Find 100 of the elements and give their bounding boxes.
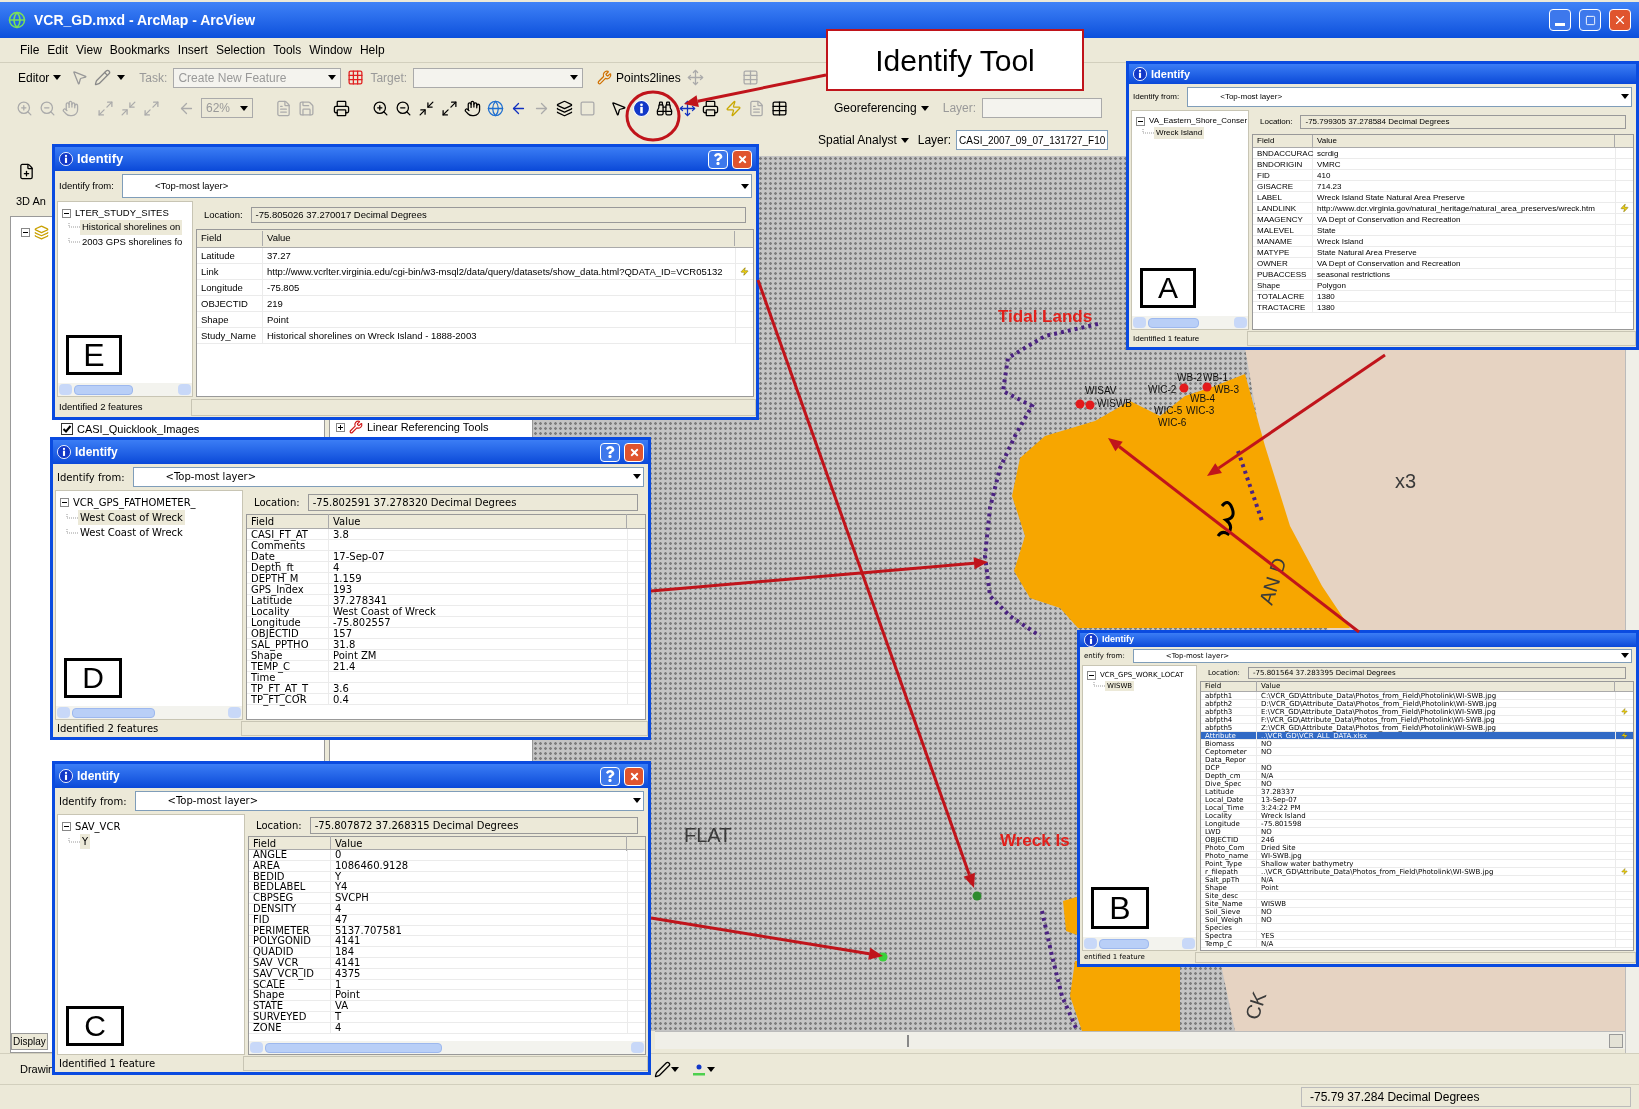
table-row[interactable]: OWNER VA Dept of Conservation and Recreation [1253,258,1633,269]
pen-icon[interactable] [654,1060,672,1078]
pencil-icon[interactable] [94,69,112,86]
table-row[interactable]: Locality West Coast of Wreck [247,606,645,617]
table-row[interactable]: OBJECTID 219 [197,296,753,312]
layer-name[interactable]: VCR_GPS_FATHOMETER_ [73,495,196,510]
table-row[interactable]: QUADID 184 [249,947,645,958]
identify-icon[interactable] [633,99,650,117]
column-header[interactable]: Value [331,835,627,851]
table-row[interactable]: Study_Name Historical shorelines on Wreck Island - 1888-2003 [197,328,753,344]
lightning-icon[interactable] [1620,203,1629,213]
collapse-icon[interactable] [62,822,71,831]
table-row[interactable]: GPS_Index 193 [247,584,645,595]
identify-from-dropdown[interactable]: <Top-most layer> [134,790,644,812]
table-row[interactable]: TRACTACRE 1380 [1253,302,1633,313]
points2lines-button[interactable]: Points2lines [597,68,681,87]
table-row[interactable]: BEDLABEL Y4 [249,882,645,894]
table-row[interactable]: ZONE 4 [249,1022,645,1034]
fixed-zoom-icon[interactable] [441,99,458,117]
table-row[interactable]: ANGLE 0 [249,850,645,861]
layer-dropdown[interactable]: CASI_2007_09_07_131727_F10 [956,130,1109,150]
table-row[interactable]: MAAGENCY VA Dept of Conservation and Recreation [1253,214,1633,225]
close-button[interactable] [732,149,752,169]
table-row[interactable]: SURVEYED T [249,1011,645,1023]
collapse-icon[interactable] [21,228,30,237]
table-row[interactable]: Date_ 17-Sep-07 [247,551,645,562]
menu-item[interactable]: View [76,41,102,59]
table-row[interactable]: Shape Polygon [1253,280,1633,291]
menu-item[interactable]: Insert [177,41,208,59]
table-row[interactable]: TEMP_C 21.4 [247,661,645,672]
feature-item[interactable]: 2003 GPS shorelines fo [80,234,185,249]
table-row[interactable]: OBJECTID 157 [247,628,645,639]
help-button[interactable] [600,766,620,786]
identify-from-dropdown[interactable]: <Top-most layer> [132,466,644,488]
table-row[interactable]: DENSITY 4 [249,904,645,915]
select-icon[interactable] [610,99,627,117]
expand-icon[interactable] [336,422,345,432]
minimize-button[interactable] [1549,9,1571,31]
close-button[interactable] [624,766,644,786]
horizontal-scrollbar[interactable] [1083,937,1196,950]
table-row[interactable]: MATYPE State Natural Area Preserve [1253,247,1633,258]
layer-name[interactable]: VA_Eastern_Shore_Conser [1149,115,1248,127]
column-header[interactable]: Field [197,231,263,246]
table-row[interactable]: GISACRE 714.23 [1253,181,1633,192]
collapse-icon[interactable] [1087,670,1096,680]
binoculars-icon[interactable] [656,99,673,117]
close-button[interactable] [1609,9,1631,31]
lightning-icon[interactable] [1620,732,1629,739]
layer-name[interactable]: LTER_STUDY_SITES [75,206,169,221]
pan-icon[interactable] [464,99,481,117]
feature-item[interactable]: Historical shorelines on [80,220,183,235]
feature-item[interactable]: Wreck Island [1154,127,1205,139]
grid-icon[interactable] [347,69,365,86]
print-icon[interactable] [333,99,350,117]
new-document-icon[interactable] [18,162,35,180]
table-row[interactable]: BEDID Y [249,871,645,883]
map-point[interactable] [1202,382,1212,392]
table-row[interactable]: FID 410 [1253,170,1633,181]
table-row[interactable]: PUBACCESS seasonal restrictions [1253,269,1633,280]
georeferencing-menu-button[interactable]: Georeferencing [834,99,929,117]
pointer-icon[interactable] [71,69,89,86]
table-row[interactable]: TOTALACRE 1380 [1253,291,1633,302]
horizontal-scrollbar[interactable] [58,383,192,396]
menu-item[interactable]: Edit [47,41,69,59]
editor-menu-button[interactable]: Editor [14,68,66,87]
feature-item[interactable]: West Coast of Wreck [78,525,185,540]
column-header[interactable]: Value [329,514,627,529]
help-button[interactable] [708,149,728,169]
collapse-icon[interactable] [60,498,69,507]
map-point[interactable] [1085,400,1095,410]
menu-item[interactable]: Selection [215,41,266,59]
table-row[interactable]: AREA 1086460.9128 [249,860,645,872]
fixed-zoom-icon[interactable] [418,99,435,117]
column-header[interactable]: Value [1313,135,1615,147]
horizontal-scrollbar[interactable] [655,1031,1625,1049]
column-header[interactable]: Field [247,514,329,529]
help-button[interactable] [600,442,620,462]
table-row[interactable]: DEPTH_M 1.159 [247,573,645,584]
table-row[interactable]: MANAME Wreck Island [1253,236,1633,247]
table-row[interactable]: Shape Point [197,312,753,328]
table-row[interactable]: MALEVEL State [1253,225,1633,236]
table-row[interactable]: PERIMETER 5137.707581 [249,925,645,937]
table-row[interactable]: FID 47 [249,914,645,926]
menu-item[interactable]: Help [359,41,385,59]
table-row[interactable]: Comments [247,540,645,551]
layer-name[interactable]: SAV_VCR [75,819,121,834]
table-row[interactable]: Shape Point ZM [247,650,645,661]
horizontal-scrollbar[interactable] [1132,316,1248,329]
table-row[interactable]: SCALE 1 [249,979,645,991]
table-row[interactable]: STATE VA [249,1001,645,1012]
horizontal-scrollbar[interactable] [249,1041,645,1054]
table-row[interactable]: Latitude 37.278341 [247,595,645,606]
column-header[interactable]: Field [1253,135,1313,147]
lightning-icon[interactable] [740,264,749,279]
table-row[interactable]: POLYGONID 4141 [249,936,645,948]
table-row[interactable]: CASI_FT_AT 3.8 [247,529,645,540]
feature-item[interactable]: Y [80,834,91,849]
table-row[interactable]: Longitude -75.802557 [247,617,645,628]
table-row[interactable]: Time [247,672,645,683]
display-tab[interactable]: Display [11,1033,48,1050]
